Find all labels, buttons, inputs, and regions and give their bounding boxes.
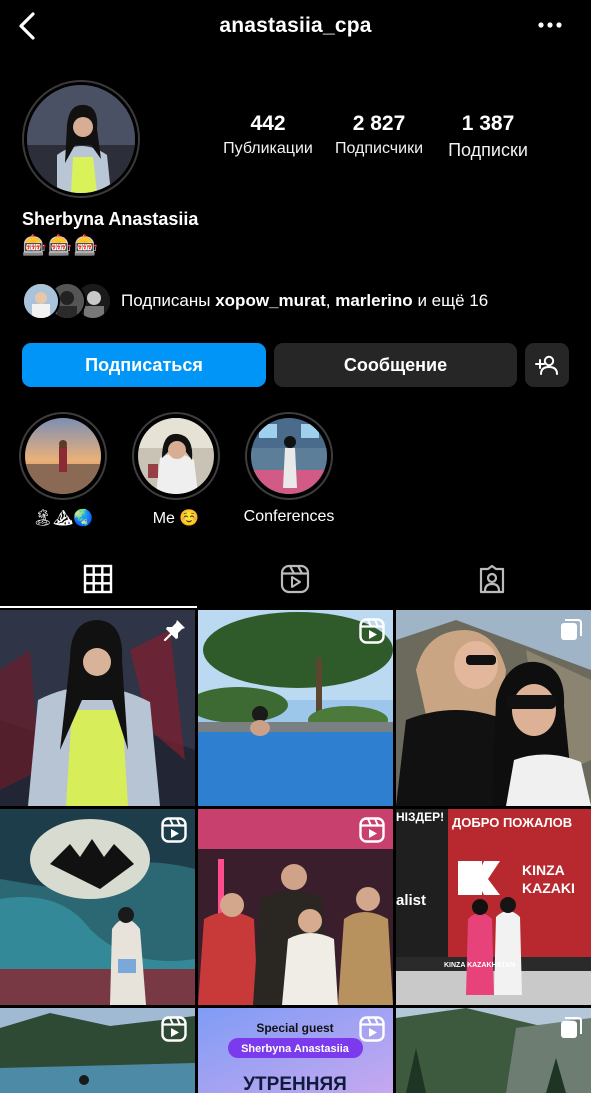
- highlight-cover: [19, 412, 107, 500]
- profile-tabs: [0, 556, 591, 608]
- post-8-name-text: Sherbyna Anastasiia: [241, 1043, 350, 1055]
- tagged-icon: [479, 564, 505, 594]
- tab-grid[interactable]: [0, 556, 197, 608]
- reels-icon: [280, 564, 310, 594]
- followers-count[interactable]: 2 827 Подписчики: [326, 112, 432, 158]
- avatar-image: [27, 85, 135, 193]
- grid-post[interactable]: [396, 610, 591, 806]
- banner-side-text: alist: [396, 892, 426, 909]
- highlight-conferences[interactable]: Conferences: [234, 412, 344, 526]
- top-bar: anastasiia_cpa: [0, 0, 591, 52]
- more-options-icon[interactable]: [537, 18, 563, 32]
- banner-kinza-text: KINZA: [522, 862, 565, 878]
- stat-label: Публикации: [223, 140, 313, 157]
- posts-grid: ДОБРО ПОЖАЛОВ KINZA KAZAKI alist KINZA K…: [0, 610, 591, 1093]
- grid-post[interactable]: ДОБРО ПОЖАЛОВ KINZA KAZAKI alist KINZA K…: [396, 809, 591, 1005]
- highlight-cover: [132, 412, 220, 500]
- profile-bio: 🎰🎰🎰: [22, 235, 100, 257]
- stat-label: Подписки: [448, 140, 528, 160]
- grid-post[interactable]: [198, 610, 393, 806]
- post-6-text-layer: ДОБРО ПОЖАЛОВ KINZA KAZAKI alist KINZA K…: [396, 810, 575, 969]
- suggest-people-button[interactable]: [525, 343, 569, 387]
- banner-kazaki-text: KAZAKI: [522, 880, 575, 896]
- profile-stats: 442 Публикации 2 827 Подписчики 1 387 По…: [210, 112, 540, 172]
- grid-icon: [83, 564, 113, 594]
- followed-suffix: и ещё 16: [417, 291, 489, 310]
- profile-full-name: Sherbyna Anastasiia: [22, 209, 199, 229]
- stat-value: 2 827: [352, 112, 406, 135]
- following-count[interactable]: 1 387 Подписки: [434, 112, 542, 161]
- stat-label: Подписчики: [334, 140, 423, 157]
- reel-icon: [161, 817, 187, 843]
- reel-icon: [161, 1016, 187, 1042]
- banner-footer-text: KINZA KAZAKHSTAN: [444, 962, 515, 969]
- highlight-travel[interactable]: 🏝⛰🌏: [8, 412, 118, 528]
- highlight-cover: [245, 412, 333, 500]
- grid-post[interactable]: [0, 610, 195, 806]
- follow-button[interactable]: Подписаться: [22, 343, 266, 387]
- followed-separator: ,: [325, 291, 331, 310]
- pin-icon: [163, 620, 185, 642]
- banner-welcome-text: ДОБРО ПОЖАЛОВ: [452, 815, 572, 830]
- message-button[interactable]: Сообщение: [274, 343, 517, 387]
- profile-username: anastasiia_cpa: [219, 14, 372, 37]
- reel-icon: [359, 817, 385, 843]
- followed-user-1[interactable]: xopow_murat: [215, 291, 326, 310]
- grid-post[interactable]: [396, 1008, 591, 1093]
- profile-avatar[interactable]: [22, 80, 140, 198]
- followed-by-text: Подписаны xopow_murat, marlerino и ещё 1…: [121, 291, 488, 311]
- posts-count[interactable]: 442 Публикации: [215, 112, 321, 158]
- highlight-me[interactable]: Me ☺️: [121, 412, 231, 528]
- grid-post[interactable]: [0, 809, 195, 1005]
- post-8-guest-text: Special guest: [256, 1021, 333, 1035]
- grid-post[interactable]: Special guest Sherbyna Anastasiia УТРЕНН…: [198, 1008, 393, 1093]
- followed-prefix: Подписаны: [121, 291, 211, 310]
- carousel-icon: [561, 1017, 582, 1038]
- grid-post[interactable]: [198, 809, 393, 1005]
- highlight-label: 🏝⛰🌏: [32, 510, 94, 527]
- followed-by[interactable]: Подписаны xopow_murat, marlerino и ещё 1…: [22, 282, 582, 322]
- reel-icon: [359, 618, 385, 644]
- stat-value: 1 387: [461, 112, 515, 135]
- follower-avatar: [22, 282, 60, 320]
- add-person-icon: [535, 355, 558, 375]
- tab-tagged[interactable]: [394, 556, 591, 608]
- highlight-label: Conferences: [243, 508, 335, 525]
- carousel-icon: [561, 619, 582, 640]
- reel-icon: [359, 1016, 385, 1042]
- post-5-sign-text: НІЗДЕР!: [396, 810, 444, 824]
- highlight-label: Me ☺️: [152, 510, 200, 527]
- stat-value: 442: [250, 112, 286, 135]
- tab-reels[interactable]: [197, 556, 394, 608]
- grid-post[interactable]: [0, 1008, 195, 1093]
- post-8-title-text: УТРЕННЯЯ: [243, 1074, 347, 1093]
- followed-user-2[interactable]: marlerino: [335, 291, 412, 310]
